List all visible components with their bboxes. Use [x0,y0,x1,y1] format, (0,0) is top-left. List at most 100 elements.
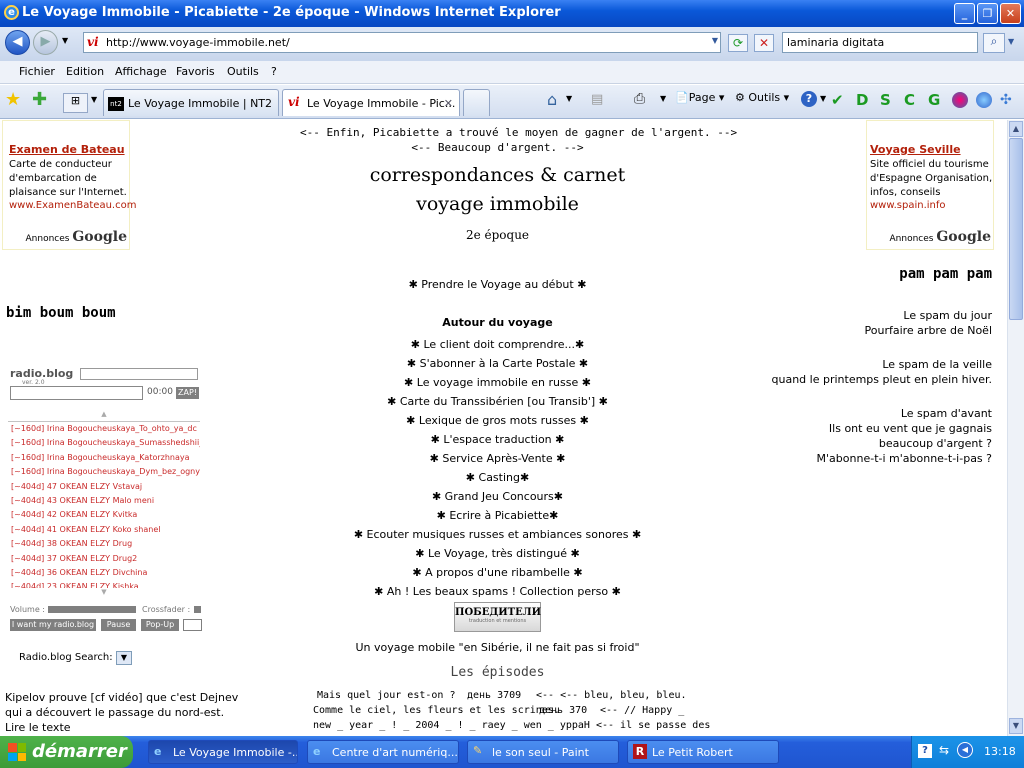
nav-link[interactable]: ✱ Lexique de gros mots russes ✱ [300,411,695,430]
menu-help[interactable]: ? [271,65,277,78]
spam-avant-label[interactable]: Le spam d'avant [901,407,992,420]
menu-outils[interactable]: Outils [227,65,259,78]
url-dropdown-icon[interactable]: ▼ [712,36,718,45]
toolbar-letter-c[interactable]: C [904,91,915,109]
playlist-track[interactable]: [~160d] Irina Bogoucheuskaya_Sumasshedsh… [8,436,200,450]
menu-edition[interactable]: Edition [66,65,104,78]
playlist-track[interactable]: [~404d] 36 OKEAN ELZY Divchina [8,566,200,580]
scroll-down-icon[interactable]: ▼ [1009,718,1023,734]
help-dropdown-icon[interactable]: ▼ [820,94,826,103]
nav-link[interactable]: ✱ Ecrire à Picabiette✱ [300,506,695,525]
back-button[interactable]: ◀ [5,30,30,55]
checkmark-icon[interactable]: ✔ [831,91,844,109]
start-button[interactable]: démarrer [0,736,133,768]
stop-icon[interactable]: ✕ [754,34,774,52]
nav-link[interactable]: ✱ Le voyage immobile en russe ✱ [300,373,695,392]
add-favorite-icon[interactable]: ✚ [32,89,47,110]
menu-fichier[interactable]: Fichier [19,65,55,78]
right-ad[interactable]: Voyage Seville Site officiel du tourisme… [866,120,994,250]
url-field[interactable]: vi http://www.voyage-immobile.net/ ▼ [83,32,721,53]
playlist-scroll-down-icon[interactable]: ▼ [8,588,200,598]
task-centre-art[interactable]: e Centre d'art numériq... [307,740,459,764]
page-menu[interactable]: 📄Page ▾ [675,91,724,104]
favorites-star-icon[interactable]: ★ [5,89,21,110]
feeds-icon[interactable]: ▤ [591,92,603,107]
nav-link[interactable]: ✱ S'abonner à la Carte Postale ✱ [300,354,695,373]
nav-link[interactable]: ✱ Service Après-Vente ✱ [300,449,695,468]
zap-button[interactable]: ZAP! [176,387,199,399]
nav-link[interactable]: ✱ Ecouter musiques russes et ambiances s… [300,525,695,544]
help-icon[interactable]: ? [801,91,817,107]
crossfader-slider[interactable] [194,606,201,613]
tab-nt2[interactable]: nt2 Le Voyage Immobile | NT2 [103,89,279,116]
tools-menu[interactable]: ⚙ Outils ▾ [735,91,789,104]
playlist-track[interactable]: [~160d] Irina Bogoucheuskaya_Katorzhnaya [8,451,200,465]
search-icon[interactable]: ⌕ [983,33,1005,53]
playlist-track[interactable]: [~404d] 42 OKEAN ELZY Kvitka [8,508,200,522]
addon-icon-1[interactable] [952,92,968,108]
day-3709-label[interactable]: день 3709 [467,688,521,703]
forward-button[interactable]: ▶ [33,30,58,55]
tab-list-dropdown-icon[interactable]: ▼ [91,95,97,104]
print-dropdown-icon[interactable]: ▼ [660,94,666,103]
nav-link[interactable]: ✱ L'espace traduction ✱ [300,430,695,449]
toolbar-letter-d[interactable]: D [856,91,868,109]
nav-link[interactable]: ✱ Le client doit comprendre...✱ [300,335,695,354]
new-tab-button[interactable] [463,89,490,116]
nav-link[interactable]: ✱ Casting✱ [300,468,695,487]
ad-title[interactable]: Examen de Bateau [9,143,129,156]
search-input[interactable]: laminaria digitata [782,32,978,53]
start-voyage-link[interactable]: ✱ Prendre le Voyage au début ✱ [300,278,695,291]
toolbar-letter-g[interactable]: G [928,91,940,109]
playlist-track[interactable]: [~404d] 47 OKEAN ELZY Vstavaj [8,480,200,494]
google-ads-label[interactable]: Annonces Google [26,229,127,245]
network-icon[interactable]: ⇆ [939,743,949,757]
tray-arrow-icon[interactable]: ◀ [957,742,973,758]
nav-link[interactable]: ✱ Grand Jeu Concours✱ [300,487,695,506]
radio-extra-box[interactable] [183,619,202,631]
home-icon[interactable]: ⌂ [547,90,557,109]
ad-link[interactable]: www.ExamenBateau.com [9,200,136,211]
print-icon[interactable]: ⎙ [634,91,645,107]
read-text-link[interactable]: Lire le texte [5,720,238,735]
left-ad[interactable]: Examen de Bateau Carte de conducteur d'e… [2,120,136,250]
day-370-label[interactable]: день 370 [539,703,587,718]
menu-affichage[interactable]: Affichage [115,65,167,78]
popup-button[interactable]: Pop-Up [141,619,179,631]
search-options-icon[interactable]: ▼ [1008,37,1014,46]
maximize-button[interactable]: ❐ [977,3,998,24]
globe-icon[interactable] [976,92,992,108]
want-radio-blog-button[interactable]: I want my radio.blog [10,619,96,631]
ad-link[interactable]: www.spain.info [870,200,993,211]
tray-help-icon[interactable]: ? [918,744,932,758]
toolbar-letter-s[interactable]: S [880,91,891,109]
scroll-up-icon[interactable]: ▲ [1009,121,1023,137]
scroll-thumb[interactable] [1009,138,1023,320]
quick-tabs-icon[interactable]: ⊞ [63,93,88,113]
tab-voyage-immobile[interactable]: vi Le Voyage Immobile - Pic... ✕ [282,89,460,116]
task-voyage-immobile[interactable]: e Le Voyage Immobile -... [148,740,298,764]
addon-icon-2[interactable]: ✣ [1000,92,1012,108]
task-paint[interactable]: ✎ le son seul - Paint [467,740,619,764]
mobile-voyage-link[interactable]: Un voyage mobile "en Sibérie, il ne fait… [300,641,695,654]
playlist-track[interactable]: [~404d] 41 OKEAN ELZY Koko shanel [8,523,200,537]
playlist-track[interactable]: [~404d] 43 OKEAN ELZY Malo meni [8,494,200,508]
nav-link[interactable]: ✱ Carte du Transsibérien [ou Transib'] ✱ [300,392,695,411]
minimize-button[interactable]: _ [954,3,975,24]
nav-link[interactable]: ✱ A propos d'une ribambelle ✱ [300,563,695,582]
nav-link[interactable]: ✱ Ah ! Les beaux spams ! Collection pers… [300,582,695,601]
playlist-track[interactable]: [~404d] 38 OKEAN ELZY Drug [8,537,200,551]
task-petit-robert[interactable]: R Le Petit Robert [627,740,779,764]
nav-link[interactable]: ✱ Le Voyage, très distingué ✱ [300,544,695,563]
spam-veille-label[interactable]: Le spam de la veille [882,358,992,371]
close-button[interactable]: ✕ [1000,3,1021,24]
history-dropdown-icon[interactable]: ▼ [62,36,68,45]
playlist-track[interactable]: [~160d] Irina Bogoucheuskaya_To_ohto_ya_… [8,422,200,436]
ad-title[interactable]: Voyage Seville [870,143,993,156]
menu-favoris[interactable]: Favoris [176,65,215,78]
radio-search-dropdown[interactable]: ▼ [116,651,132,665]
google-ads-label[interactable]: Annonces Google [890,229,991,245]
volume-slider[interactable] [48,606,136,613]
pobediteli-banner[interactable]: ПОБЕДИТЕЛИ traduction et mentions [454,602,541,632]
tab-close-icon[interactable]: ✕ [444,97,453,110]
